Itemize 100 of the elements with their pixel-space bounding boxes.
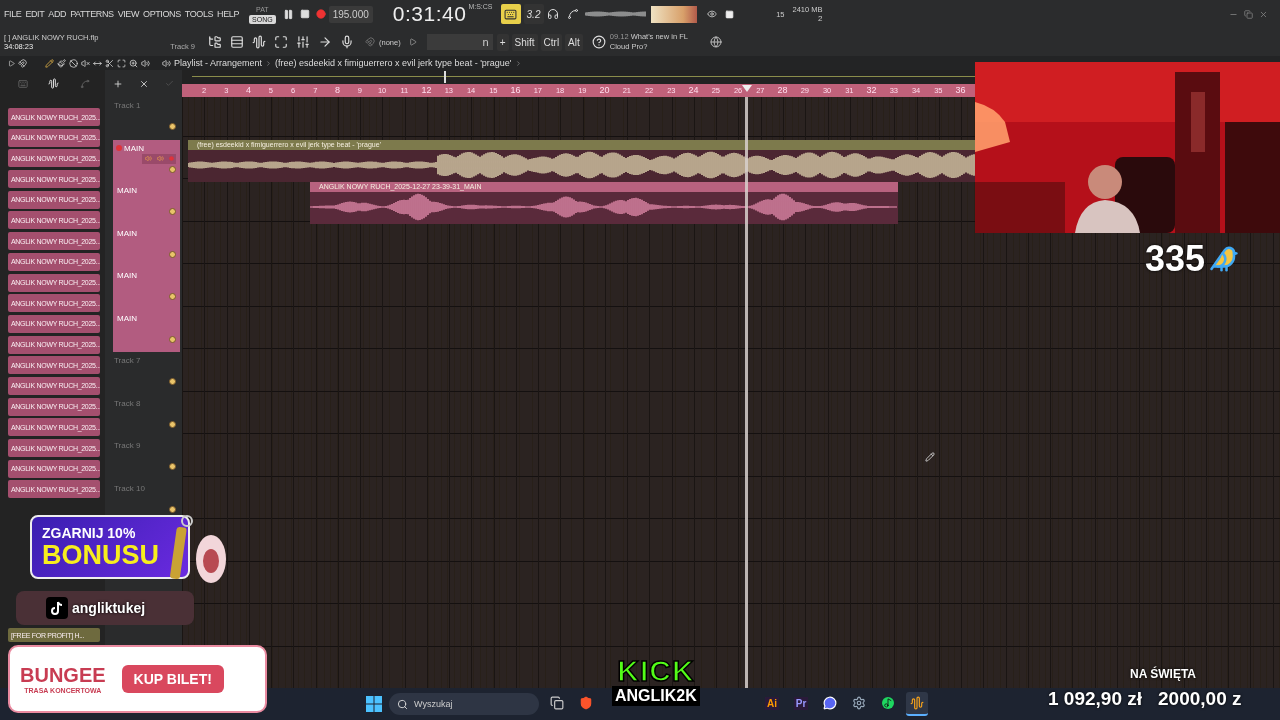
menu-item[interactable]: HELP [217,9,240,19]
modifier-key[interactable]: Ctrl [540,33,563,51]
track-toggle[interactable] [169,505,176,513]
bar-number: 32 [866,85,877,96]
track-header[interactable]: MAIN [113,182,180,225]
globe-icon[interactable] [709,36,722,48]
add-icon[interactable] [113,78,123,89]
track-header[interactable]: MAIN [113,267,180,310]
track-toggle[interactable] [169,208,176,215]
speaker-icon[interactable] [141,58,150,68]
track-toggle[interactable] [169,378,176,385]
keyboard-icon [504,7,517,21]
bar-number: 24 [688,85,699,96]
piano-roll-icon[interactable] [252,35,266,49]
search-icon [397,698,408,710]
keyboard-button[interactable] [500,4,521,24]
track-name: Track 8 [114,398,141,408]
bar-number: 36 [955,85,966,96]
help-icon[interactable] [591,35,606,49]
browser-icon[interactable] [208,35,222,49]
kick-logo: KICK [617,656,695,686]
track-header[interactable]: MAIN [113,224,180,267]
close-icon[interactable] [139,78,149,89]
song-time: 0:31:40 [392,2,467,26]
promo-text: ZGARNIJ 10% [42,525,137,541]
track-header[interactable]: MAIN [113,309,180,352]
tempo-field[interactable]: 195.000 [328,5,373,23]
social-banner[interactable]: angliktukej [16,591,194,625]
play-icon[interactable] [8,59,15,67]
slice-icon[interactable] [105,58,114,68]
modifier-key[interactable]: Alt [565,33,583,51]
playlist-icon[interactable] [274,35,288,49]
microphone-icon[interactable] [340,35,354,49]
bar-number: 8 [335,85,341,96]
bar-number: 16 [510,85,521,96]
menu-item[interactable]: ADD [48,9,67,19]
delete-icon[interactable] [69,58,78,68]
modifier-key[interactable]: + [496,33,509,51]
countdown-button[interactable]: 3.2 [523,4,544,24]
speaker-icon[interactable] [162,58,171,68]
song-overview[interactable] [182,70,975,84]
taskbar-app[interactable]: Ai [761,692,783,716]
pencil-icon[interactable] [45,58,54,68]
check-icon[interactable] [165,79,174,88]
brush-icon[interactable] [57,58,66,68]
slip-icon[interactable] [93,58,102,68]
track-name: MAIN [124,143,144,153]
track-name: Track 9 [114,441,141,450]
track-header[interactable]: MAIN [113,139,180,182]
play-icon[interactable] [408,38,417,46]
zoom-icon[interactable] [129,58,138,68]
track-name: Track 7 [114,356,141,365]
modifier-key[interactable]: Shift [511,33,538,51]
windows-icon[interactable] [366,696,382,712]
menu-item[interactable]: FILE [4,9,22,19]
track-name: MAIN [117,228,137,238]
goal-current: 1 092,90 zł [1048,688,1143,710]
menu-item[interactable]: EDIT [25,9,45,19]
voices-reading: 2 [818,14,823,23]
taskbar-app[interactable]: Pr [790,692,812,716]
curve-icon[interactable] [566,8,579,20]
menu-item[interactable]: PATTERNS [70,9,114,19]
bar-number: 12 [421,85,432,96]
viewer-counter: 335 [1145,238,1206,280]
bar-number: 20 [599,85,610,96]
track-name: MAIN [117,186,137,195]
promo-banner[interactable]: ZGARNIJ 10% BONUSU [30,515,190,579]
snap-field[interactable]: n [426,34,493,50]
search-field[interactable]: Wyszukaj [389,693,539,715]
menu-item[interactable]: TOOLS [184,9,214,19]
track-name: Track 10 [114,483,145,493]
mute-icon[interactable] [81,58,90,68]
menu-item[interactable]: OPTIONS [143,9,181,19]
track-toggle[interactable] [169,250,176,258]
pencil-cursor-icon [925,452,935,462]
menu-item[interactable]: VIEW [117,9,140,19]
track-toggle[interactable] [169,335,176,343]
track-toggle[interactable] [169,420,176,428]
track-toggle[interactable] [169,293,176,300]
bird-icon [1209,244,1240,274]
select-icon[interactable] [117,58,126,68]
eye-icon[interactable] [706,9,717,19]
breadcrumb-pattern[interactable]: (free) esdeekid x fimiguerrero x evil jerk type beat - 'prague' [275,58,512,68]
track-toggle[interactable] [169,463,176,470]
buy-ticket-button[interactable]: KUP BILET! [121,665,224,693]
channel-rack-icon[interactable] [230,35,244,49]
daw-app-icon[interactable] [906,692,928,716]
goal-target: 2000,00 z [1158,688,1242,710]
headphones-icon[interactable] [546,8,559,20]
mixer-icon[interactable] [296,35,310,49]
track-toggle[interactable] [169,165,176,173]
record-arm-dot[interactable] [116,144,122,151]
goal-title: NA ŚWIĘTA [1130,667,1196,681]
waveform-icon[interactable] [48,78,60,89]
promo-headline: BONUSU [42,541,160,569]
tiktok-icon [46,597,68,619]
track-name: Track 1 [114,101,141,110]
bar-number: 28 [777,85,788,96]
track-toggle[interactable] [169,123,176,130]
channel-name: ANGLIK2K [612,686,700,706]
